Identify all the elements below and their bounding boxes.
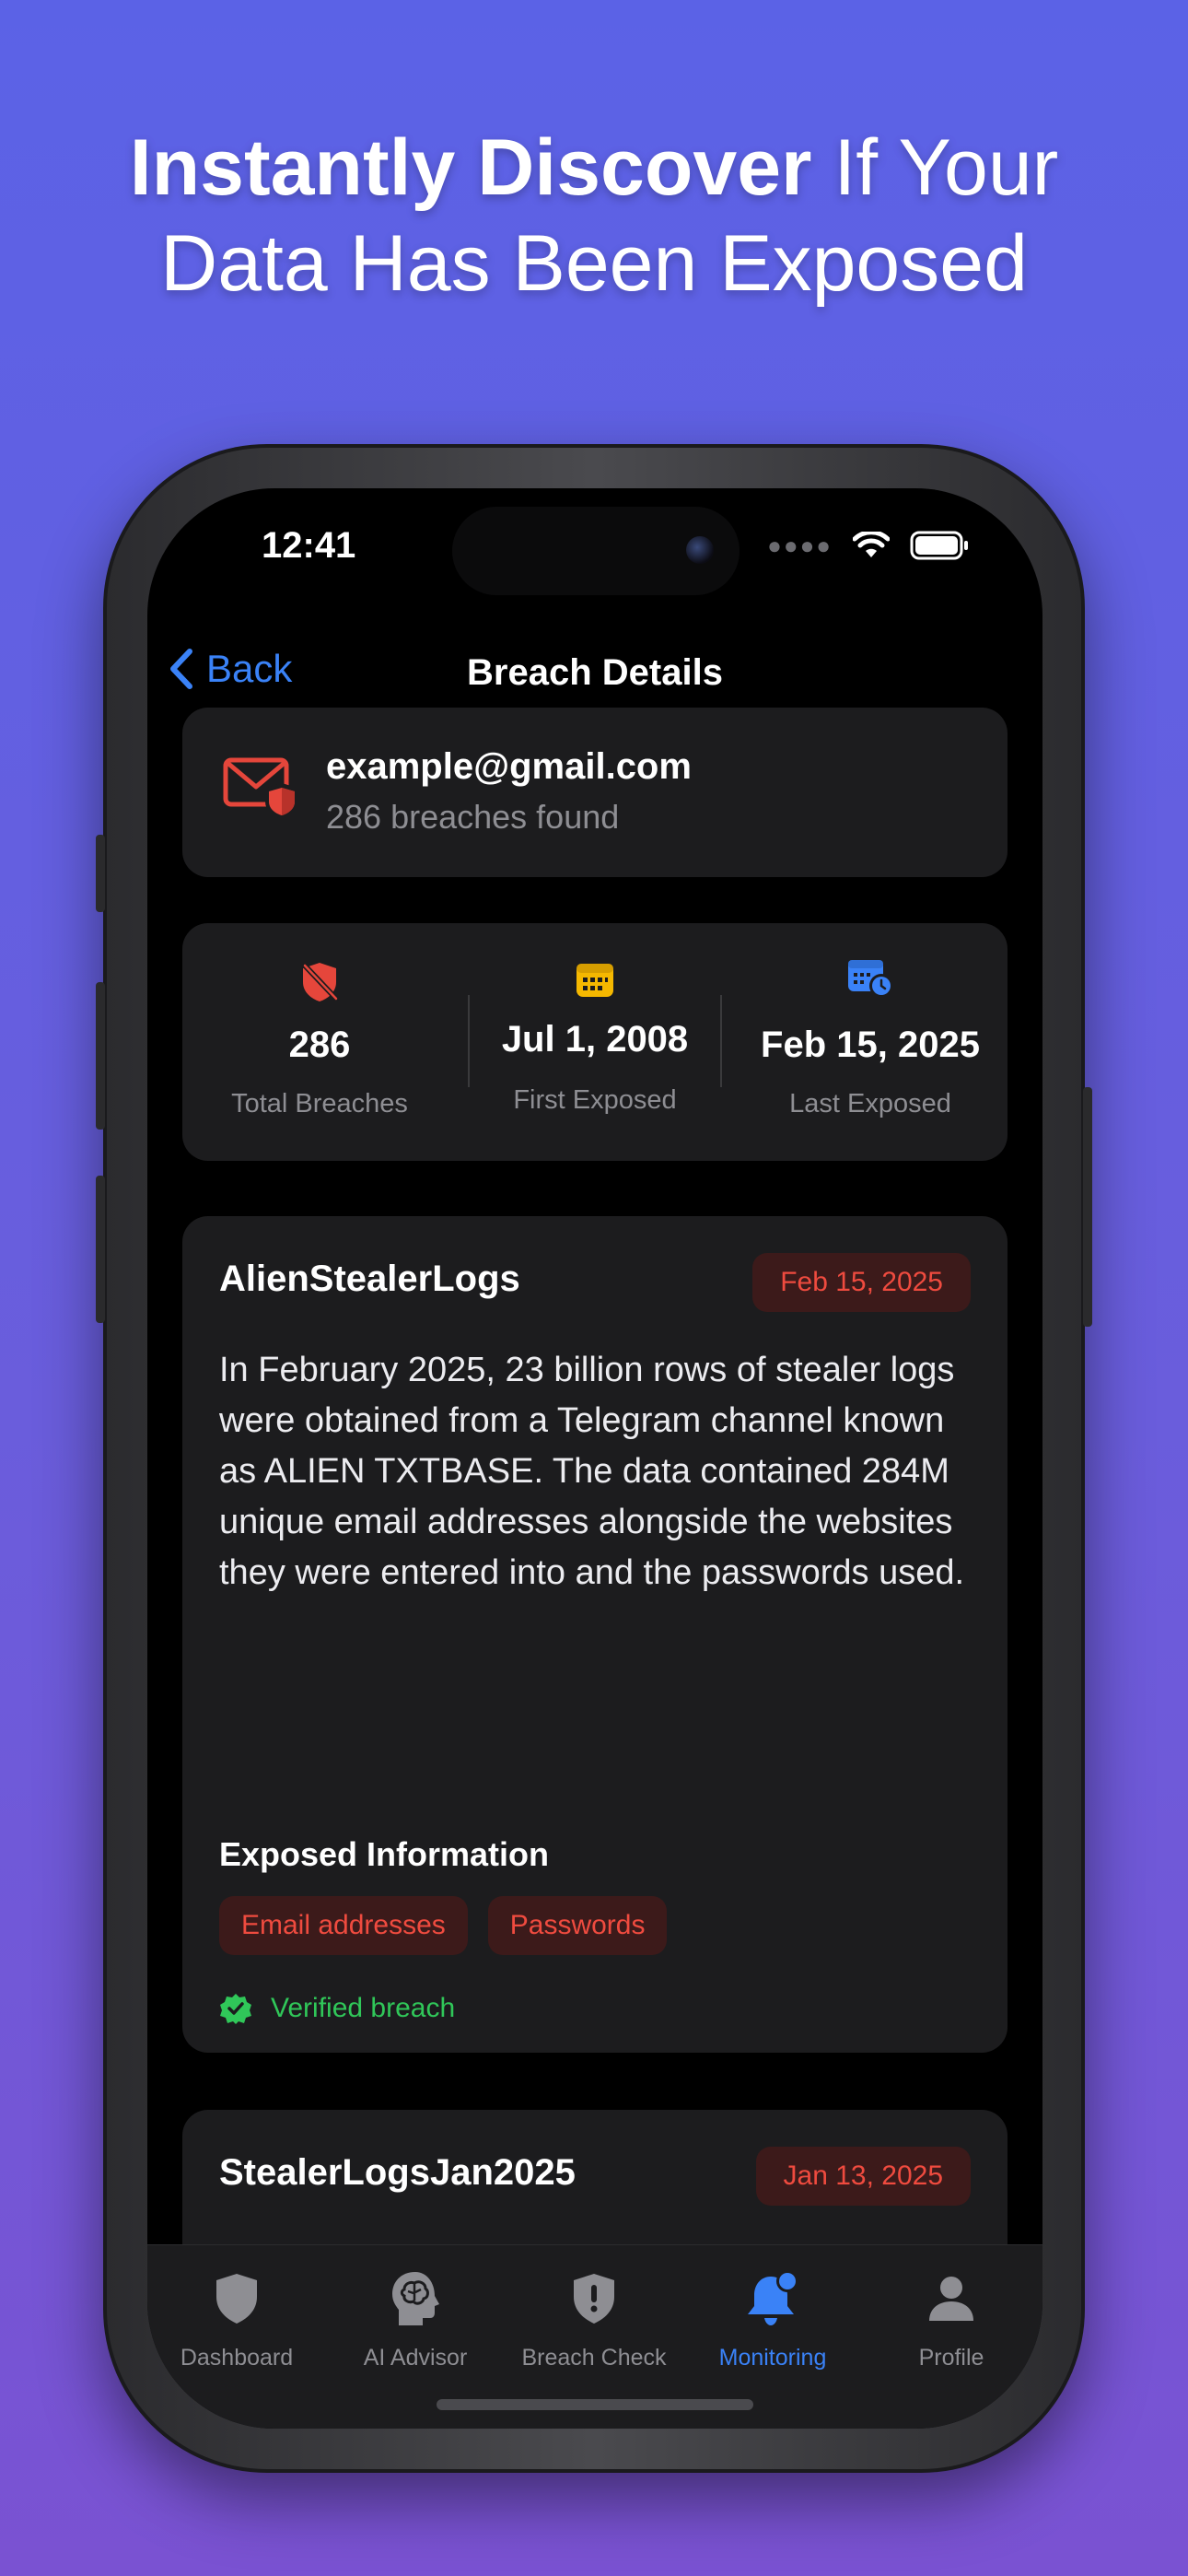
tab-monitoring[interactable]: Monitoring	[683, 2262, 862, 2371]
navigation-bar: Back Breach Details	[147, 626, 1042, 719]
breach-count-summary: 286 breaches found	[326, 798, 620, 836]
breach-date-badge: Jan 13, 2025	[755, 2147, 971, 2206]
home-indicator[interactable]	[437, 2399, 753, 2410]
dynamic-island	[452, 507, 740, 595]
bell-badge-icon	[748, 2270, 798, 2325]
stat-label: Total Breaches	[231, 1089, 408, 1118]
breach-date-badge: Feb 15, 2025	[752, 1253, 971, 1312]
exposed-info-heading: Exposed Information	[219, 1835, 550, 1873]
exposed-info-tags: Email addresses Passwords	[219, 1896, 668, 1955]
marketing-headline: Instantly Discover If Your Data Has Been…	[0, 120, 1188, 311]
tab-profile[interactable]: Profile	[862, 2262, 1041, 2371]
volume-down-button	[96, 1176, 105, 1323]
stat-label: First Exposed	[513, 1085, 677, 1115]
exposed-tag: Passwords	[487, 1896, 668, 1955]
tab-label: Dashboard	[180, 2345, 294, 2371]
stat-divider	[720, 995, 722, 1087]
power-button	[1083, 1087, 1092, 1327]
account-card: example@gmail.com 286 breaches found	[182, 708, 1007, 877]
headline-rest: If Your	[811, 123, 1059, 212]
calendar-clock-icon	[848, 960, 893, 998]
headline-line-2: Data Has Been Exposed	[160, 219, 1028, 308]
account-email: example@gmail.com	[326, 746, 692, 787]
headline-bold: Instantly Discover	[129, 123, 812, 212]
camera-lens	[686, 536, 714, 564]
verified-label: Verified breach	[271, 1993, 456, 2023]
tab-label: Monitoring	[718, 2345, 827, 2371]
verified-check-icon	[220, 1994, 251, 2024]
battery-icon	[910, 531, 968, 560]
stat-value: Jul 1, 2008	[501, 1019, 689, 1060]
shield-icon	[216, 2274, 257, 2324]
calendar-icon	[577, 964, 613, 997]
shield-slash-icon	[302, 963, 339, 1001]
headline-line-1: Instantly Discover If Your	[0, 120, 1188, 216]
stats-card: 286 Total Breaches Jul 1, 2008 First Exp…	[182, 923, 1007, 1161]
tab-label: Breach Check	[521, 2345, 667, 2371]
breach-name: StealerLogsJan2025	[219, 2152, 576, 2193]
brain-head-icon	[392, 2272, 439, 2325]
stat-first-exposed: Jul 1, 2008 First Exposed	[458, 923, 732, 1161]
breach-card[interactable]: AlienStealerLogs Feb 15, 2025 In Februar…	[182, 1216, 1007, 2053]
page-title: Breach Details	[467, 652, 723, 693]
tab-dashboard[interactable]: Dashboard	[147, 2262, 326, 2371]
tab-breach-check[interactable]: Breach Check	[505, 2262, 683, 2371]
phone-screen: 12:41 ●●●● Back Breach Details example@g…	[147, 488, 1042, 2429]
stat-label: Last Exposed	[789, 1089, 951, 1118]
volume-up-button	[96, 982, 105, 1130]
stat-value: 286	[288, 1025, 351, 1065]
shield-exclamation-icon	[574, 2274, 614, 2324]
action-button	[96, 835, 105, 912]
stat-last-exposed: Feb 15, 2025 Last Exposed	[733, 923, 1007, 1161]
tab-label: AI Advisor	[363, 2345, 468, 2371]
wifi-icon	[853, 532, 890, 557]
breach-description: In February 2025, 23 billion rows of ste…	[219, 1351, 965, 1592]
breach-name: AlienStealerLogs	[219, 1259, 520, 1299]
status-icons: ●●●●	[767, 531, 969, 560]
verified-breach-indicator: Verified breach	[219, 1992, 455, 2025]
mail-shield-icon	[223, 757, 298, 818]
exposed-tag: Email addresses	[219, 1896, 468, 1955]
tab-ai-advisor[interactable]: AI Advisor	[326, 2262, 505, 2371]
stat-total-breaches: 286 Total Breaches	[182, 923, 457, 1161]
signal-icon: ●●●●	[767, 531, 833, 559]
tab-label: Profile	[918, 2345, 984, 2371]
stat-value: Feb 15, 2025	[761, 1025, 980, 1065]
status-time: 12:41	[262, 525, 356, 566]
person-icon	[929, 2277, 973, 2321]
